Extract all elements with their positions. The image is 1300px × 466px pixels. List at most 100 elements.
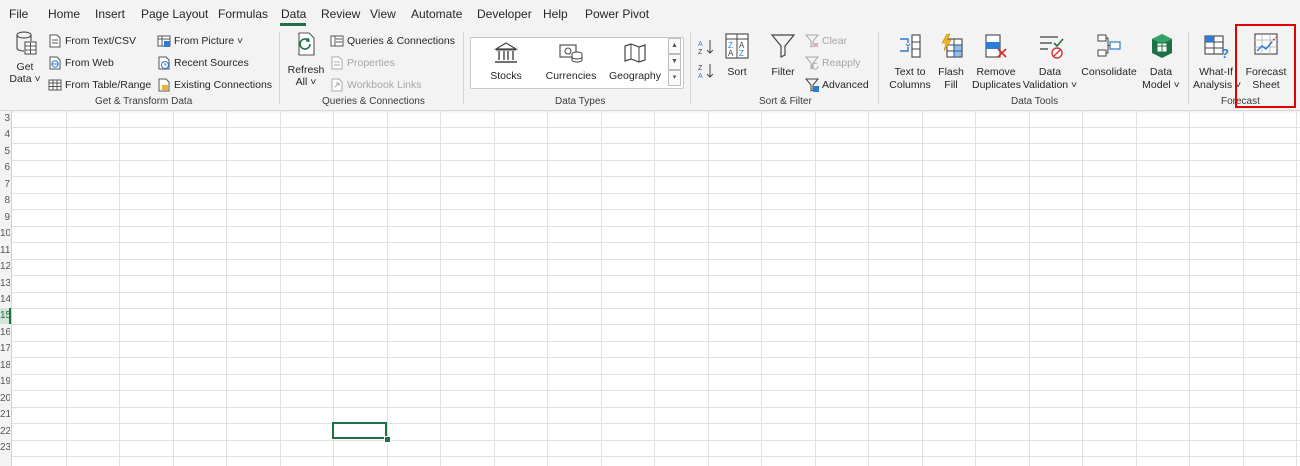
properties-button[interactable]: Properties xyxy=(330,55,410,73)
recent-sources-button[interactable]: Recent Sources xyxy=(157,55,257,73)
row-number[interactable]: 23 xyxy=(0,440,10,456)
column-gridline xyxy=(226,111,227,466)
what-if-analysis-button[interactable]: ? What-If Analysis ˅ xyxy=(1193,32,1241,92)
from-table-range-button[interactable]: From Table/Range xyxy=(48,77,151,95)
row-number[interactable]: 14 xyxy=(0,292,10,308)
row-number[interactable]: 15 xyxy=(0,308,11,324)
row-number[interactable]: 5 xyxy=(0,144,10,160)
tab-file[interactable]: File xyxy=(9,7,28,21)
row-number[interactable]: 18 xyxy=(0,358,10,374)
row-number[interactable]: 19 xyxy=(0,374,10,390)
tab-data[interactable]: Data xyxy=(281,7,306,21)
currencies-button[interactable]: Currencies xyxy=(543,42,599,86)
selected-cell[interactable] xyxy=(332,422,387,439)
geography-button[interactable]: Geography xyxy=(607,42,663,86)
row-number[interactable]: 12 xyxy=(0,259,10,275)
column-gridline xyxy=(66,111,67,466)
gallery-more-icon[interactable]: ▾ xyxy=(668,70,681,86)
fill-handle[interactable] xyxy=(384,436,391,443)
workbook-links-button[interactable]: Workbook Links xyxy=(330,77,425,95)
row-number[interactable]: 20 xyxy=(0,391,10,407)
existing-connections-button[interactable]: Existing Connections xyxy=(157,77,272,95)
reapply-button[interactable]: Reapply xyxy=(805,55,865,73)
svg-text:A: A xyxy=(698,41,703,48)
column-gridline xyxy=(494,111,495,466)
reapply-icon xyxy=(805,56,819,70)
stocks-button[interactable]: Stocks xyxy=(482,42,530,86)
scroll-down-icon[interactable]: ▼ xyxy=(668,54,681,70)
sort-z-a-button[interactable]: Z A xyxy=(697,62,715,80)
remove-duplicates-label-2: Duplicates xyxy=(972,79,1022,91)
clear-filter-button[interactable]: Clear xyxy=(805,33,855,51)
row-number[interactable]: 13 xyxy=(0,276,10,292)
row-number[interactable]: 11 xyxy=(0,243,10,259)
row-number[interactable]: 6 xyxy=(0,160,10,176)
row-number[interactable]: 4 xyxy=(0,127,10,143)
scroll-up-icon[interactable]: ▲ xyxy=(668,38,681,54)
svg-text:?: ? xyxy=(1221,46,1229,59)
consolidate-button[interactable]: Consolidate xyxy=(1080,32,1138,82)
row-gridline xyxy=(12,127,1300,128)
tab-developer[interactable]: Developer xyxy=(477,7,532,21)
row-number[interactable]: 16 xyxy=(0,325,10,341)
what-if-icon: ? xyxy=(1204,35,1229,59)
group-separator xyxy=(1188,32,1189,104)
tab-help[interactable]: Help xyxy=(543,7,568,21)
database-icon xyxy=(16,31,37,55)
advanced-filter-button[interactable]: Advanced xyxy=(805,77,871,95)
row-number[interactable]: 10 xyxy=(0,226,10,242)
advanced-filter-icon xyxy=(805,78,819,92)
row-number[interactable]: 8 xyxy=(0,193,10,209)
sort-descending-icon: Z A xyxy=(698,64,714,80)
data-model-label-1: Data xyxy=(1149,66,1173,78)
flash-fill-button[interactable]: Flash Fill xyxy=(934,32,968,92)
row-number[interactable]: 22 xyxy=(0,424,10,440)
worksheet-grid[interactable]: 3 4 5 6 7 8 9 10 11 12 13 14 15 16 17 18 19 20 21 22 23 xyxy=(0,111,1300,466)
filter-button[interactable]: Filter xyxy=(766,32,800,82)
row-gridline xyxy=(12,341,1300,342)
data-model-label-2: Model ˅ xyxy=(1142,79,1180,91)
existing-connections-icon xyxy=(158,78,170,92)
clear-label: Clear xyxy=(822,35,848,47)
tab-insert[interactable]: Insert xyxy=(95,7,125,21)
from-text-csv-button[interactable]: From Text/CSV xyxy=(48,33,148,51)
row-number[interactable]: 21 xyxy=(0,407,10,423)
from-picture-button[interactable]: From Picture ˅ xyxy=(157,33,257,51)
tab-view[interactable]: View xyxy=(370,7,396,21)
sort-label: Sort xyxy=(727,66,747,78)
column-gridline xyxy=(333,111,334,466)
from-web-button[interactable]: From Web xyxy=(48,55,148,73)
column-gridline xyxy=(601,111,602,466)
tab-power-pivot[interactable]: Power Pivot xyxy=(585,7,649,21)
row-number[interactable]: 17 xyxy=(0,341,10,357)
row-number[interactable]: 7 xyxy=(0,177,10,193)
queries-connections-button[interactable]: Queries & Connections xyxy=(330,33,455,51)
row-gridline xyxy=(12,226,1300,227)
data-model-button[interactable]: Data Model ˅ xyxy=(1140,32,1182,92)
tab-page-layout[interactable]: Page Layout xyxy=(141,7,208,21)
group-label-queries: Queries & Connections xyxy=(322,96,425,107)
refresh-all-label-2: All ˅ xyxy=(295,76,317,88)
stocks-label: Stocks xyxy=(490,70,522,82)
column-gridline xyxy=(922,111,923,466)
bank-icon xyxy=(494,42,518,63)
data-validation-button[interactable]: Data Validation ˅ xyxy=(1022,32,1078,92)
column-gridline xyxy=(761,111,762,466)
row-number[interactable]: 3 xyxy=(0,111,10,127)
row-number[interactable]: 9 xyxy=(0,210,10,226)
ribbon: Get Data ˅ From Text/CSV From Web From T… xyxy=(0,28,1300,111)
tab-formulas[interactable]: Formulas xyxy=(218,7,268,21)
text-to-columns-button[interactable]: Text to Columns xyxy=(887,32,933,92)
sort-button[interactable]: Z A A Z Sort xyxy=(722,32,752,82)
tab-home[interactable]: Home xyxy=(48,7,80,21)
tab-review[interactable]: Review xyxy=(321,7,360,21)
tab-automate[interactable]: Automate xyxy=(411,7,462,21)
remove-duplicates-button[interactable]: Remove Duplicates xyxy=(972,32,1022,92)
row-gridline xyxy=(12,440,1300,441)
group-separator xyxy=(279,32,280,104)
column-gridline xyxy=(1243,111,1244,466)
row-gridline xyxy=(12,160,1300,161)
sort-a-z-button[interactable]: A Z xyxy=(697,38,715,56)
get-data-button[interactable]: Get Data ˅ xyxy=(8,30,42,90)
refresh-all-button[interactable]: Refresh All ˅ xyxy=(287,30,325,90)
